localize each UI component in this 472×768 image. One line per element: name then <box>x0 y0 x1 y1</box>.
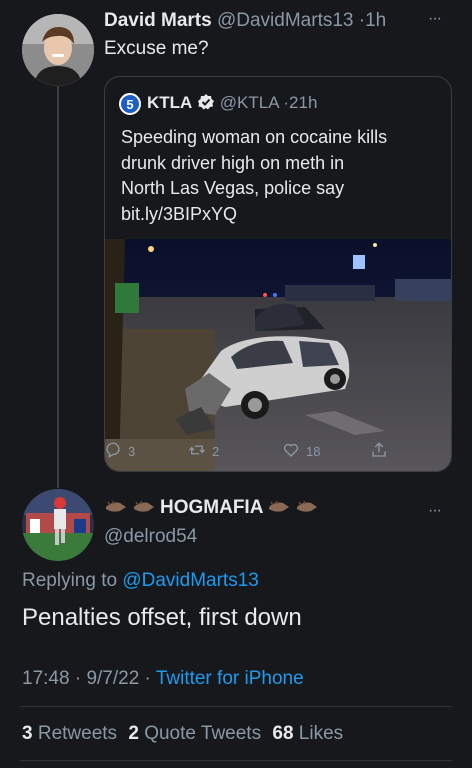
more-options-icon[interactable]: ··· <box>428 10 442 28</box>
verified-badge-icon <box>197 93 215 116</box>
tweet2-text: Penalties offset, first down <box>22 604 302 631</box>
separator-dot: · <box>144 668 151 689</box>
share-icon <box>370 441 388 462</box>
quote-text-line: Speeding woman on cocaine kills <box>121 127 388 147</box>
divider <box>20 706 452 707</box>
tweet2-author-name[interactable]: HOGMAFIA <box>160 497 263 519</box>
heart-icon <box>282 441 300 462</box>
tweet2-handle[interactable]: @delrod54 <box>104 526 197 548</box>
avatar-david-marts[interactable] <box>22 14 94 86</box>
tweet1-handle[interactable]: @DavidMarts13 <box>217 10 354 31</box>
replying-to-handle[interactable]: @DavidMarts13 <box>122 570 259 591</box>
quote-tweets-stat[interactable]: 2 Quote Tweets <box>128 723 261 744</box>
tweet1-text: Excuse me? <box>104 38 209 59</box>
brown-hand-emoji-icon <box>295 499 319 517</box>
quote-text-line: drunk driver high on meth in <box>121 152 345 173</box>
replying-to: Replying to @DavidMarts13 <box>22 570 259 592</box>
quote-tweets-label: Quote Tweets <box>144 723 262 744</box>
tweet2-header: HOGMAFIA <box>104 497 319 519</box>
reply-count: 3 <box>128 444 136 459</box>
more-options-icon[interactable]: ··· <box>428 502 442 520</box>
likes-stat[interactable]: 68 Likes <box>272 723 343 744</box>
retweet-button[interactable]: 2 <box>188 441 219 462</box>
tweet1-author-name[interactable]: David Marts <box>104 10 212 31</box>
retweet-count: 2 <box>212 444 220 459</box>
tweet-stats: 3 Retweets 2 Quote Tweets 68 Likes <box>22 723 343 745</box>
retweet-icon <box>188 441 206 462</box>
brown-hand-emoji-icon <box>267 499 291 517</box>
tweet2-timestamp: 17:48 · 9/7/22 · Twitter for iPhone <box>22 668 304 690</box>
retweets-stat[interactable]: 3 Retweets <box>22 723 117 744</box>
ktla-avatar[interactable]: 5 <box>119 93 141 115</box>
quote-handle[interactable]: @KTLA <box>220 93 279 112</box>
quote-text-line: North Las Vegas, police say <box>121 178 345 198</box>
quoted-tweet[interactable]: 5 KTLA @KTLA ·21h Speeding woman on coca… <box>104 76 452 472</box>
likes-label: Likes <box>298 723 344 744</box>
quote-tweets-count: 2 <box>128 723 139 744</box>
ktla-logo-text: 5 <box>126 96 134 112</box>
thread-line <box>57 84 59 488</box>
divider <box>20 760 452 761</box>
tweet2-time[interactable]: 17:48 <box>22 668 70 689</box>
reply-icon <box>104 441 122 462</box>
retweets-count: 3 <box>22 723 33 744</box>
brown-hand-emoji-icon <box>132 499 156 517</box>
like-count: 18 <box>306 444 321 459</box>
quote-link[interactable]: bit.ly/3BIPxYQ <box>121 202 387 228</box>
separator-dot: · <box>74 668 82 689</box>
crash-scene-photo[interactable] <box>105 239 451 471</box>
share-button[interactable] <box>370 441 388 462</box>
quote-header: KTLA @KTLA ·21h <box>147 93 317 116</box>
quote-text: Speeding woman on cocaine kills drunk dr… <box>121 125 387 227</box>
tweet1-time[interactable]: 1h <box>365 10 386 31</box>
likes-count: 68 <box>272 723 294 744</box>
reply-button[interactable]: 3 <box>104 441 135 462</box>
avatar-hogmafia[interactable] <box>22 489 94 561</box>
brown-hand-emoji-icon <box>104 499 128 517</box>
like-button[interactable]: 18 <box>282 441 320 462</box>
tweet2-date[interactable]: 9/7/22 <box>86 668 139 689</box>
tweet2-source[interactable]: Twitter for iPhone <box>156 668 304 689</box>
quote-author-name[interactable]: KTLA <box>147 93 192 112</box>
retweets-label: Retweets <box>37 723 118 744</box>
quote-time[interactable]: 21h <box>289 93 317 112</box>
tweet1-header: David Marts @DavidMarts13 ·1h <box>104 10 386 32</box>
replying-to-label: Replying to <box>22 570 123 591</box>
